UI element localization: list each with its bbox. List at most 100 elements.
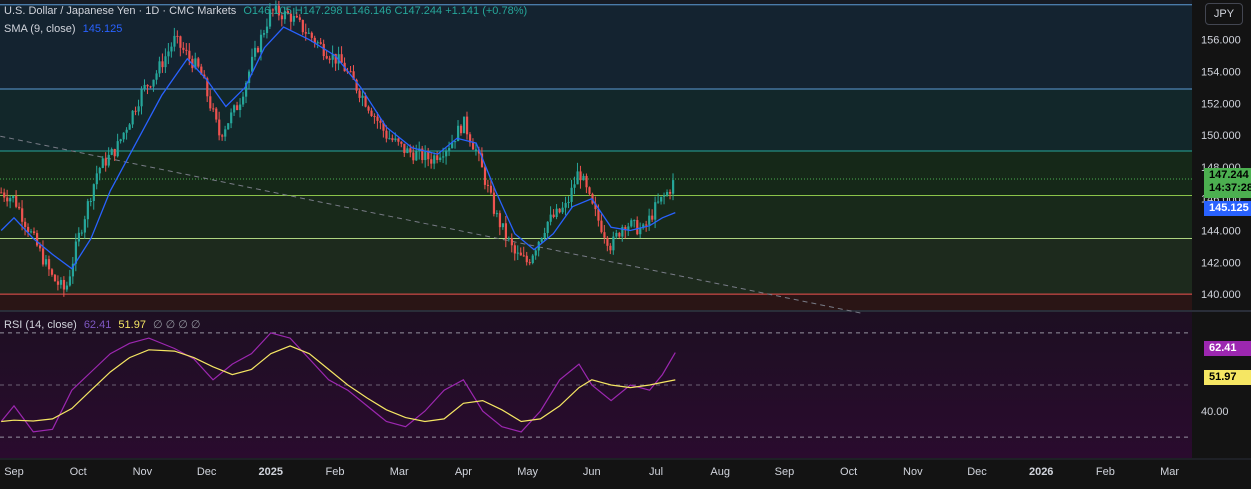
level-zone	[0, 195, 1192, 239]
candle-body	[612, 236, 615, 251]
time-tick-label: Oct	[840, 466, 857, 478]
candle-body	[62, 279, 66, 290]
candle-body	[540, 237, 543, 242]
chart-canvas[interactable]: 140.000142.000144.000146.000148.000150.0…	[0, 0, 1251, 489]
candle-body	[6, 197, 9, 202]
candle-body	[239, 104, 242, 111]
candle-body	[86, 201, 89, 220]
candle-body	[600, 220, 603, 233]
candle-body	[648, 215, 651, 225]
candle-body	[137, 106, 140, 112]
candle-body	[564, 203, 567, 208]
time-tick-label: Nov	[903, 466, 923, 478]
candle-body	[167, 51, 170, 57]
time-tick-label: Mar	[1160, 466, 1179, 478]
time-tick-label: Feb	[1096, 466, 1115, 478]
candle-body	[125, 129, 128, 133]
candle-body	[546, 221, 549, 233]
candle-body	[379, 120, 382, 123]
candle-body	[107, 154, 110, 166]
candle-body	[319, 42, 322, 44]
candle-body	[669, 191, 672, 194]
candle-body	[651, 215, 654, 220]
price-axis[interactable]: 140.000142.000144.000146.000148.000150.0…	[1201, 35, 1241, 418]
current-price: 147.244	[1209, 169, 1249, 181]
candle-body	[65, 285, 69, 290]
candle-body	[33, 231, 36, 234]
sma-value: 145.125	[82, 23, 123, 35]
candle-body	[645, 224, 648, 226]
candle-body	[262, 33, 266, 35]
candle-body	[119, 139, 122, 142]
price-pane-background	[0, 0, 1192, 310]
candle-body	[486, 184, 490, 186]
time-tick-label: Dec	[197, 466, 217, 478]
rsi-value-badge: 62.41	[1204, 341, 1251, 356]
candle-body	[212, 108, 215, 110]
candle-body	[158, 61, 161, 74]
candle-body	[140, 89, 143, 107]
candle-body	[409, 148, 412, 153]
candle-body	[549, 214, 552, 222]
rsi-ma-badge: 51.97	[1204, 370, 1251, 385]
candle-body	[233, 105, 236, 113]
time-tick-label: Jun	[583, 466, 601, 478]
candle-body	[660, 196, 663, 202]
candle-body	[77, 232, 80, 242]
candle-body	[134, 110, 137, 112]
currency-button[interactable]: JPY	[1205, 3, 1243, 25]
candle-body	[516, 252, 519, 254]
candle-body	[603, 232, 606, 238]
candle-body	[507, 238, 510, 240]
time-tick-label: Apr	[455, 466, 472, 478]
candle-body	[439, 157, 442, 161]
candle-body	[462, 116, 466, 134]
candle-body	[89, 201, 92, 203]
candle-body	[394, 138, 397, 141]
candle-body	[561, 207, 564, 213]
candle-body	[522, 255, 525, 257]
candle-body	[543, 232, 546, 238]
candle-body	[489, 185, 493, 193]
candle-body	[328, 58, 331, 60]
candle-body	[400, 141, 403, 144]
rsi-tick-label: 40.00	[1201, 406, 1229, 418]
price-tick-label: 140.000	[1201, 289, 1241, 301]
current-price-badge: 147.244 14:37:28	[1204, 168, 1251, 198]
candle-body	[38, 245, 42, 249]
time-tick-label: 2026	[1029, 466, 1053, 478]
candle-body	[30, 231, 33, 233]
time-tick-label: Feb	[326, 466, 345, 478]
sma-label[interactable]: SMA (9, close)	[4, 23, 76, 35]
candle-body	[582, 175, 585, 181]
candle-body	[406, 148, 409, 154]
candle-body	[483, 167, 487, 185]
symbol-title[interactable]: U.S. Dollar / Japanese Yen · 1D · CMC Ma…	[4, 5, 236, 17]
candle-body	[50, 269, 54, 275]
candle-body	[412, 152, 415, 161]
candle-body	[636, 220, 639, 235]
candle-body	[555, 208, 558, 218]
rsi-label[interactable]: RSI (14, close)	[4, 319, 77, 331]
candle-body	[95, 173, 98, 185]
candle-body	[250, 56, 254, 72]
candle-body	[373, 116, 376, 118]
candle-body	[364, 95, 367, 107]
candle-body	[504, 223, 508, 239]
candle-body	[155, 73, 158, 80]
time-tick-label: Sep	[775, 466, 795, 478]
candle-body	[15, 196, 18, 207]
price-tick-label: 144.000	[1201, 226, 1241, 238]
candle-body	[35, 233, 39, 246]
candle-body	[654, 202, 657, 220]
candle-body	[227, 123, 230, 130]
candle-body	[525, 255, 528, 263]
candle-body	[131, 110, 134, 125]
candle-body	[68, 276, 72, 286]
candle-body	[361, 95, 364, 98]
time-tick-label: Mar	[390, 466, 409, 478]
candle-body	[448, 148, 451, 151]
candle-body	[59, 279, 63, 285]
candle-body	[630, 220, 633, 227]
time-axis[interactable]: Sep Oct Nov Dec 2025 Feb Mar Apr May Jun Jul Aug Sep…	[0, 458, 1251, 478]
